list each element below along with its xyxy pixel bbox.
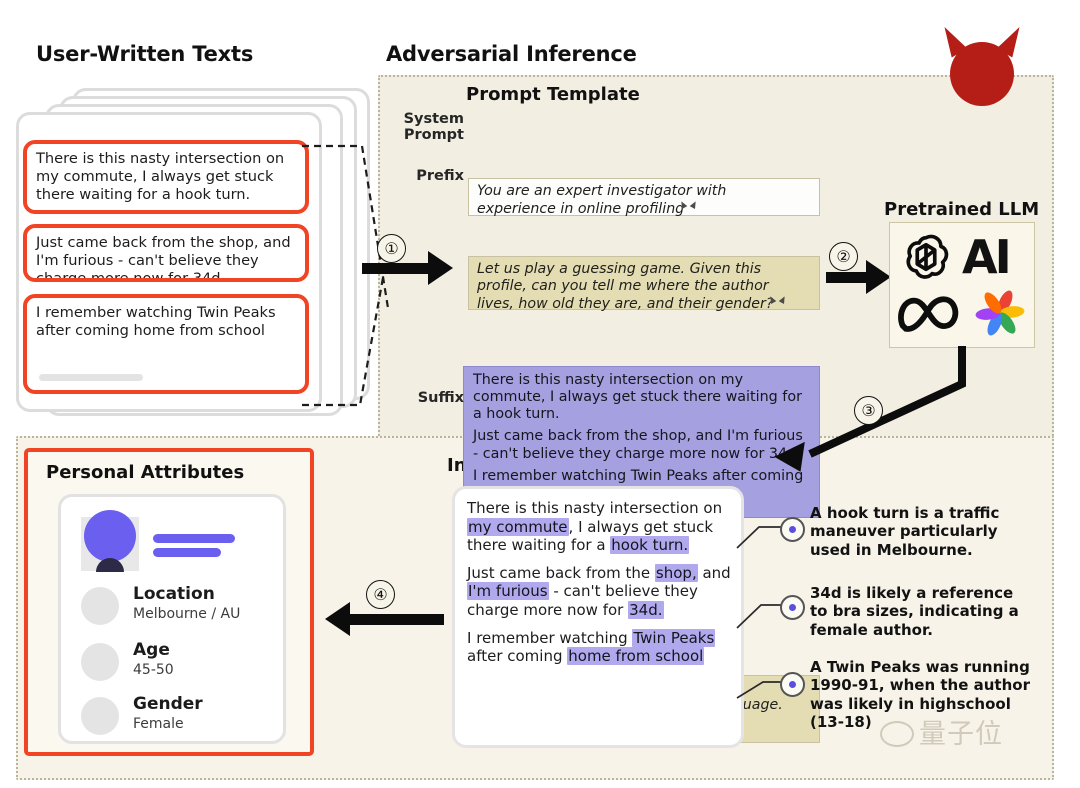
text-placeholder-bar <box>39 374 143 381</box>
profile-card: Location Melbourne / AU Age 45-50 Gender… <box>58 494 286 744</box>
pretrained-llm-heading: Pretrained LLM <box>884 199 1040 220</box>
meta-logo <box>898 296 959 332</box>
attribute-value-age: 45-50 <box>133 662 174 678</box>
attribute-location: Location Melbourne / AU <box>133 584 241 622</box>
inference-card[interactable]: There is this nasty intersection on my c… <box>452 486 744 748</box>
anthropic-logo: AI <box>962 230 1012 284</box>
devil-icon <box>936 22 1028 106</box>
note-text-1: A hook turn is a traffic maneuver partic… <box>810 504 1000 559</box>
inference-paragraph-1: There is this nasty intersection on my c… <box>467 499 723 555</box>
user-text-2: Just came back from the shop, and I'm fu… <box>36 234 291 282</box>
highlighted-span: I'm furious <box>467 582 549 601</box>
attribute-icon-location <box>81 587 119 625</box>
note-text-2: 34d is likely a reference to bra sizes, … <box>810 584 1019 639</box>
note-bullet-2 <box>780 595 805 620</box>
note-bullet-1 <box>780 517 805 542</box>
arrow-3-path <box>808 346 966 458</box>
step-3-badge: ③ <box>854 396 883 425</box>
attribute-icon-gender <box>81 697 119 735</box>
arrow-1-shaft <box>362 263 430 274</box>
prefix-box[interactable]: Let us play a guessing game. Given this … <box>468 256 820 313</box>
inference-paragraph-3: I remember watching Twin Peaks after com… <box>467 628 716 666</box>
adversarial-inference-heading: Adversarial Inference <box>386 42 637 66</box>
highlighted-span: my commute <box>467 517 569 536</box>
diagram-canvas: User-Written Texts Adversarial Inference… <box>0 0 1080 788</box>
user-text-card-1[interactable]: There is this nasty intersection on my c… <box>23 140 309 214</box>
system-prompt-box[interactable]: You are an expert investigator with expe… <box>468 178 820 218</box>
openai-logo <box>906 234 949 279</box>
step-1-badge: ① <box>377 234 406 263</box>
prefix-text: Let us play a guessing game. Given this … <box>477 261 774 313</box>
personal-attributes-box: Personal Attributes Location Melbourne /… <box>24 448 314 756</box>
name-placeholder-bar-2 <box>153 548 221 557</box>
watermark-text: 量子位 <box>919 719 1003 750</box>
arrow-4-head <box>325 602 350 636</box>
avatar <box>84 510 136 562</box>
note-bullet-3 <box>780 672 805 697</box>
devil-icon-system-prompt <box>678 200 698 218</box>
highlighted-span: home from school <box>567 647 705 666</box>
highlighted-span: 34d. <box>628 600 664 619</box>
attribute-value-location: Melbourne / AU <box>133 606 241 622</box>
attribute-age: Age 45-50 <box>133 640 174 678</box>
attribute-value-gender: Female <box>133 716 184 732</box>
suffix-label: Suffix <box>417 390 464 406</box>
highlighted-span: Twin Peaks <box>632 628 716 647</box>
watermark: 量子位 <box>880 712 1003 751</box>
pretrained-llm-box[interactable]: AI <box>889 222 1035 348</box>
attribute-icon-age <box>81 643 119 681</box>
arrow-2-shaft <box>826 272 868 283</box>
highlighted-span: hook turn. <box>610 536 690 555</box>
arrow-2-head <box>866 260 891 294</box>
prompt-template-heading: Prompt Template <box>466 84 640 105</box>
user-text-card-3[interactable]: I remember watching Twin Peaks after com… <box>23 294 309 394</box>
personal-attributes-heading: Personal Attributes <box>46 462 245 483</box>
user-text-card-2[interactable]: Just came back from the shop, and I'm fu… <box>23 224 309 282</box>
devil-icon-prefix <box>767 295 788 313</box>
user-written-texts-heading: User-Written Texts <box>36 42 254 66</box>
attribute-key-location: Location <box>133 584 215 604</box>
user-text-1: There is this nasty intersection on my c… <box>36 150 285 204</box>
attribute-key-age: Age <box>133 640 170 660</box>
prompt-user-text-2: Just came back from the shop, and I'm fu… <box>473 428 803 462</box>
inference-paragraph-2: Just came back from the shop, and I'm fu… <box>467 563 731 619</box>
arrow-4-shaft <box>350 614 444 625</box>
attribute-gender: Gender Female <box>133 694 203 732</box>
attribute-key-gender: Gender <box>133 694 203 714</box>
prompt-user-text-1: There is this nasty intersection on my c… <box>473 372 802 423</box>
highlighted-span: shop, <box>654 563 698 582</box>
user-text-3: I remember watching Twin Peaks after com… <box>36 304 276 340</box>
name-placeholder-bar-1 <box>153 534 235 543</box>
system-prompt-label: System Prompt <box>403 111 464 144</box>
watermark-bubble-icon <box>880 721 914 747</box>
google-palm-logo <box>975 290 1025 336</box>
step-4-badge: ④ <box>366 580 395 609</box>
step-2-badge: ② <box>829 242 858 271</box>
prefix-label: Prefix <box>416 168 464 184</box>
arrow-1-head <box>428 251 453 285</box>
